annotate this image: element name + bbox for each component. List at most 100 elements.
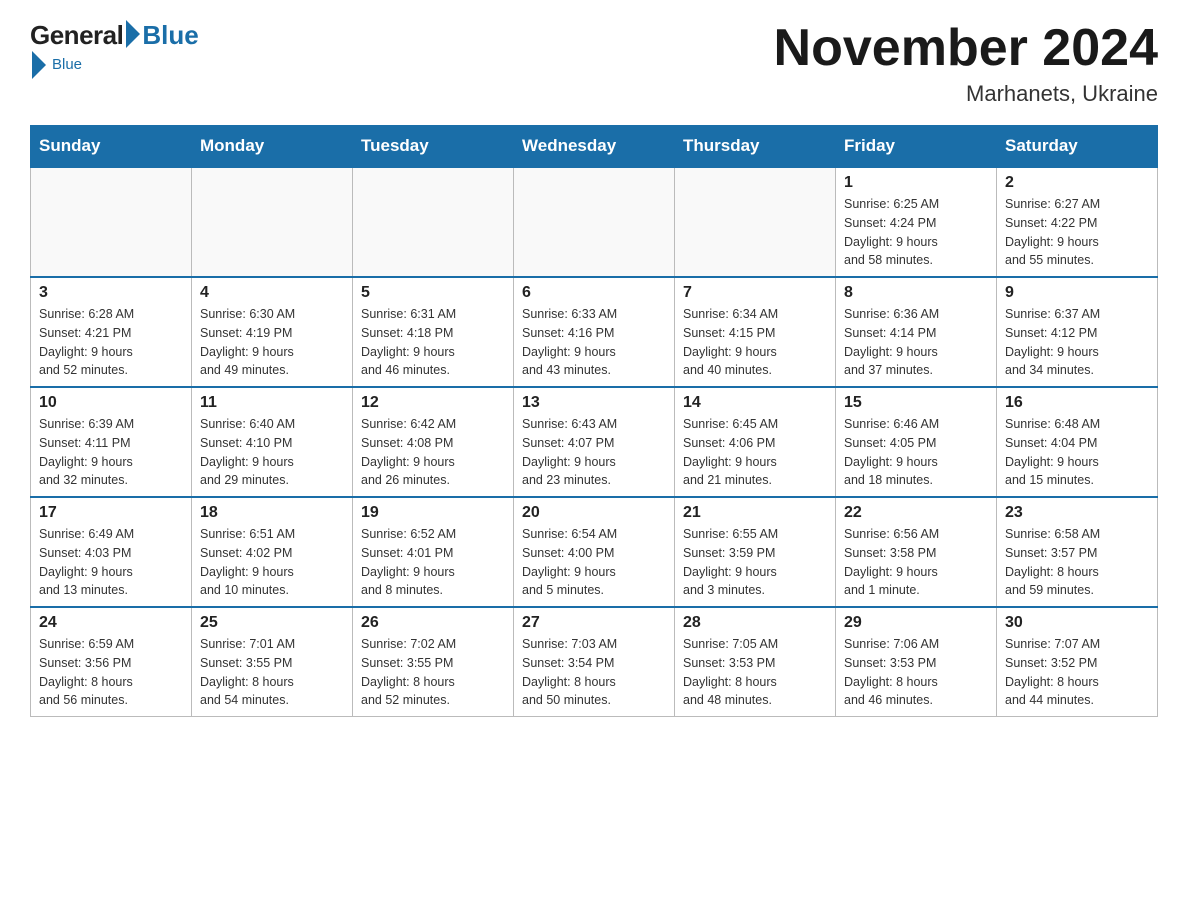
calendar-cell: 15 Sunrise: 6:46 AM Sunset: 4:05 PM Dayli… [836, 387, 997, 497]
calendar-cell: 12 Sunrise: 6:42 AM Sunset: 4:08 PM Dayli… [353, 387, 514, 497]
day-info: Sunrise: 6:58 AM Sunset: 3:57 PM Dayligh… [1005, 525, 1149, 600]
day-number: 26 [361, 614, 505, 632]
logo-general-text: General [30, 20, 123, 51]
calendar-cell: 2 Sunrise: 6:27 AM Sunset: 4:22 PM Daylig… [997, 167, 1158, 277]
calendar-cell: 22 Sunrise: 6:56 AM Sunset: 3:58 PM Dayli… [836, 497, 997, 607]
day-info: Sunrise: 6:40 AM Sunset: 4:10 PM Dayligh… [200, 415, 344, 490]
calendar-cell [514, 167, 675, 277]
week-row-2: 3Sunrise: 6:28 AM Sunset: 4:21 PM Daylig… [31, 277, 1158, 387]
day-info: Sunrise: 6:37 AM Sunset: 4:12 PM Dayligh… [1005, 305, 1149, 380]
calendar-cell: 20 Sunrise: 6:54 AM Sunset: 4:00 PM Dayli… [514, 497, 675, 607]
day-info: Sunrise: 6:42 AM Sunset: 4:08 PM Dayligh… [361, 415, 505, 490]
calendar-cell: 4 Sunrise: 6:30 AM Sunset: 4:19 PM Daylig… [192, 277, 353, 387]
logo-triangle-icon [126, 20, 140, 48]
day-info: Sunrise: 6:48 AM Sunset: 4:04 PM Dayligh… [1005, 415, 1149, 490]
day-number: 16 [1005, 394, 1149, 412]
weekday-header-saturday: Saturday [997, 126, 1158, 168]
day-number: 20 [522, 504, 666, 522]
day-number: 14 [683, 394, 827, 412]
logo-blue-triangle-icon [32, 51, 46, 79]
calendar-cell: 5 Sunrise: 6:31 AM Sunset: 4:18 PM Daylig… [353, 277, 514, 387]
calendar-cell: 13 Sunrise: 6:43 AM Sunset: 4:07 PM Dayli… [514, 387, 675, 497]
day-number: 6 [522, 284, 666, 302]
day-info: Sunrise: 6:52 AM Sunset: 4:01 PM Dayligh… [361, 525, 505, 600]
page-header: General Blue Blue November 2024 Marhanet… [30, 20, 1158, 107]
day-number: 1 [844, 174, 988, 192]
day-number: 27 [522, 614, 666, 632]
calendar-cell: 21Sunrise: 6:55 AM Sunset: 3:59 PM Dayli… [675, 497, 836, 607]
day-number: 22 [844, 504, 988, 522]
day-number: 9 [1005, 284, 1149, 302]
day-number: 11 [200, 394, 344, 412]
location-title: Marhanets, Ukraine [774, 81, 1158, 107]
calendar-cell: 30 Sunrise: 7:07 AM Sunset: 3:52 PM Dayli… [997, 607, 1158, 717]
day-number: 29 [844, 614, 988, 632]
day-info: Sunrise: 6:59 AM Sunset: 3:56 PM Dayligh… [39, 635, 183, 710]
day-info: Sunrise: 6:51 AM Sunset: 4:02 PM Dayligh… [200, 525, 344, 600]
calendar-cell: 7 Sunrise: 6:34 AM Sunset: 4:15 PM Daylig… [675, 277, 836, 387]
calendar-cell: 1 Sunrise: 6:25 AM Sunset: 4:24 PM Daylig… [836, 167, 997, 277]
weekday-header-tuesday: Tuesday [353, 126, 514, 168]
day-number: 30 [1005, 614, 1149, 632]
calendar-cell: 9 Sunrise: 6:37 AM Sunset: 4:12 PM Daylig… [997, 277, 1158, 387]
day-info: Sunrise: 6:34 AM Sunset: 4:15 PM Dayligh… [683, 305, 827, 380]
week-row-3: 10 Sunrise: 6:39 AM Sunset: 4:11 PM Dayli… [31, 387, 1158, 497]
day-info: Sunrise: 6:39 AM Sunset: 4:11 PM Dayligh… [39, 415, 183, 490]
calendar-cell: 10 Sunrise: 6:39 AM Sunset: 4:11 PM Dayli… [31, 387, 192, 497]
calendar-cell [675, 167, 836, 277]
day-info: Sunrise: 7:01 AM Sunset: 3:55 PM Dayligh… [200, 635, 344, 710]
day-info: Sunrise: 7:03 AM Sunset: 3:54 PM Dayligh… [522, 635, 666, 710]
calendar-cell: 8 Sunrise: 6:36 AM Sunset: 4:14 PM Daylig… [836, 277, 997, 387]
day-info: Sunrise: 6:27 AM Sunset: 4:22 PM Dayligh… [1005, 195, 1149, 270]
day-info: Sunrise: 6:46 AM Sunset: 4:05 PM Dayligh… [844, 415, 988, 490]
day-number: 10 [39, 394, 183, 412]
calendar-cell: 11 Sunrise: 6:40 AM Sunset: 4:10 PM Dayli… [192, 387, 353, 497]
calendar-table: SundayMondayTuesdayWednesdayThursdayFrid… [30, 125, 1158, 717]
calendar-cell: 25 Sunrise: 7:01 AM Sunset: 3:55 PM Dayli… [192, 607, 353, 717]
month-title: November 2024 [774, 20, 1158, 77]
day-number: 2 [1005, 174, 1149, 192]
week-row-4: 17Sunrise: 6:49 AM Sunset: 4:03 PM Dayli… [31, 497, 1158, 607]
day-info: Sunrise: 6:56 AM Sunset: 3:58 PM Dayligh… [844, 525, 988, 600]
day-number: 12 [361, 394, 505, 412]
day-number: 4 [200, 284, 344, 302]
day-number: 25 [200, 614, 344, 632]
calendar-cell: 28Sunrise: 7:05 AM Sunset: 3:53 PM Dayli… [675, 607, 836, 717]
weekday-header-row: SundayMondayTuesdayWednesdayThursdayFrid… [31, 126, 1158, 168]
day-number: 13 [522, 394, 666, 412]
weekday-header-thursday: Thursday [675, 126, 836, 168]
calendar-cell: 16 Sunrise: 6:48 AM Sunset: 4:04 PM Dayli… [997, 387, 1158, 497]
day-number: 7 [683, 284, 827, 302]
day-number: 23 [1005, 504, 1149, 522]
calendar-cell: 19Sunrise: 6:52 AM Sunset: 4:01 PM Dayli… [353, 497, 514, 607]
weekday-header-friday: Friday [836, 126, 997, 168]
day-number: 18 [200, 504, 344, 522]
calendar-cell: 3Sunrise: 6:28 AM Sunset: 4:21 PM Daylig… [31, 277, 192, 387]
calendar-cell: 17Sunrise: 6:49 AM Sunset: 4:03 PM Dayli… [31, 497, 192, 607]
day-info: Sunrise: 6:30 AM Sunset: 4:19 PM Dayligh… [200, 305, 344, 380]
day-info: Sunrise: 6:43 AM Sunset: 4:07 PM Dayligh… [522, 415, 666, 490]
day-info: Sunrise: 6:31 AM Sunset: 4:18 PM Dayligh… [361, 305, 505, 380]
day-info: Sunrise: 6:25 AM Sunset: 4:24 PM Dayligh… [844, 195, 988, 270]
day-info: Sunrise: 6:45 AM Sunset: 4:06 PM Dayligh… [683, 415, 827, 490]
day-info: Sunrise: 7:07 AM Sunset: 3:52 PM Dayligh… [1005, 635, 1149, 710]
day-number: 3 [39, 284, 183, 302]
day-number: 5 [361, 284, 505, 302]
day-number: 8 [844, 284, 988, 302]
day-info: Sunrise: 6:36 AM Sunset: 4:14 PM Dayligh… [844, 305, 988, 380]
day-info: Sunrise: 6:54 AM Sunset: 4:00 PM Dayligh… [522, 525, 666, 600]
day-number: 17 [39, 504, 183, 522]
calendar-cell [353, 167, 514, 277]
calendar-cell: 27 Sunrise: 7:03 AM Sunset: 3:54 PM Dayli… [514, 607, 675, 717]
day-number: 15 [844, 394, 988, 412]
day-number: 21 [683, 504, 827, 522]
logo-subtitle: Blue [52, 56, 82, 73]
weekday-header-wednesday: Wednesday [514, 126, 675, 168]
calendar-cell: 26Sunrise: 7:02 AM Sunset: 3:55 PM Dayli… [353, 607, 514, 717]
calendar-cell [31, 167, 192, 277]
calendar-cell: 18 Sunrise: 6:51 AM Sunset: 4:02 PM Dayli… [192, 497, 353, 607]
week-row-5: 24Sunrise: 6:59 AM Sunset: 3:56 PM Dayli… [31, 607, 1158, 717]
calendar-cell: 24Sunrise: 6:59 AM Sunset: 3:56 PM Dayli… [31, 607, 192, 717]
day-number: 28 [683, 614, 827, 632]
calendar-cell: 14 Sunrise: 6:45 AM Sunset: 4:06 PM Dayli… [675, 387, 836, 497]
